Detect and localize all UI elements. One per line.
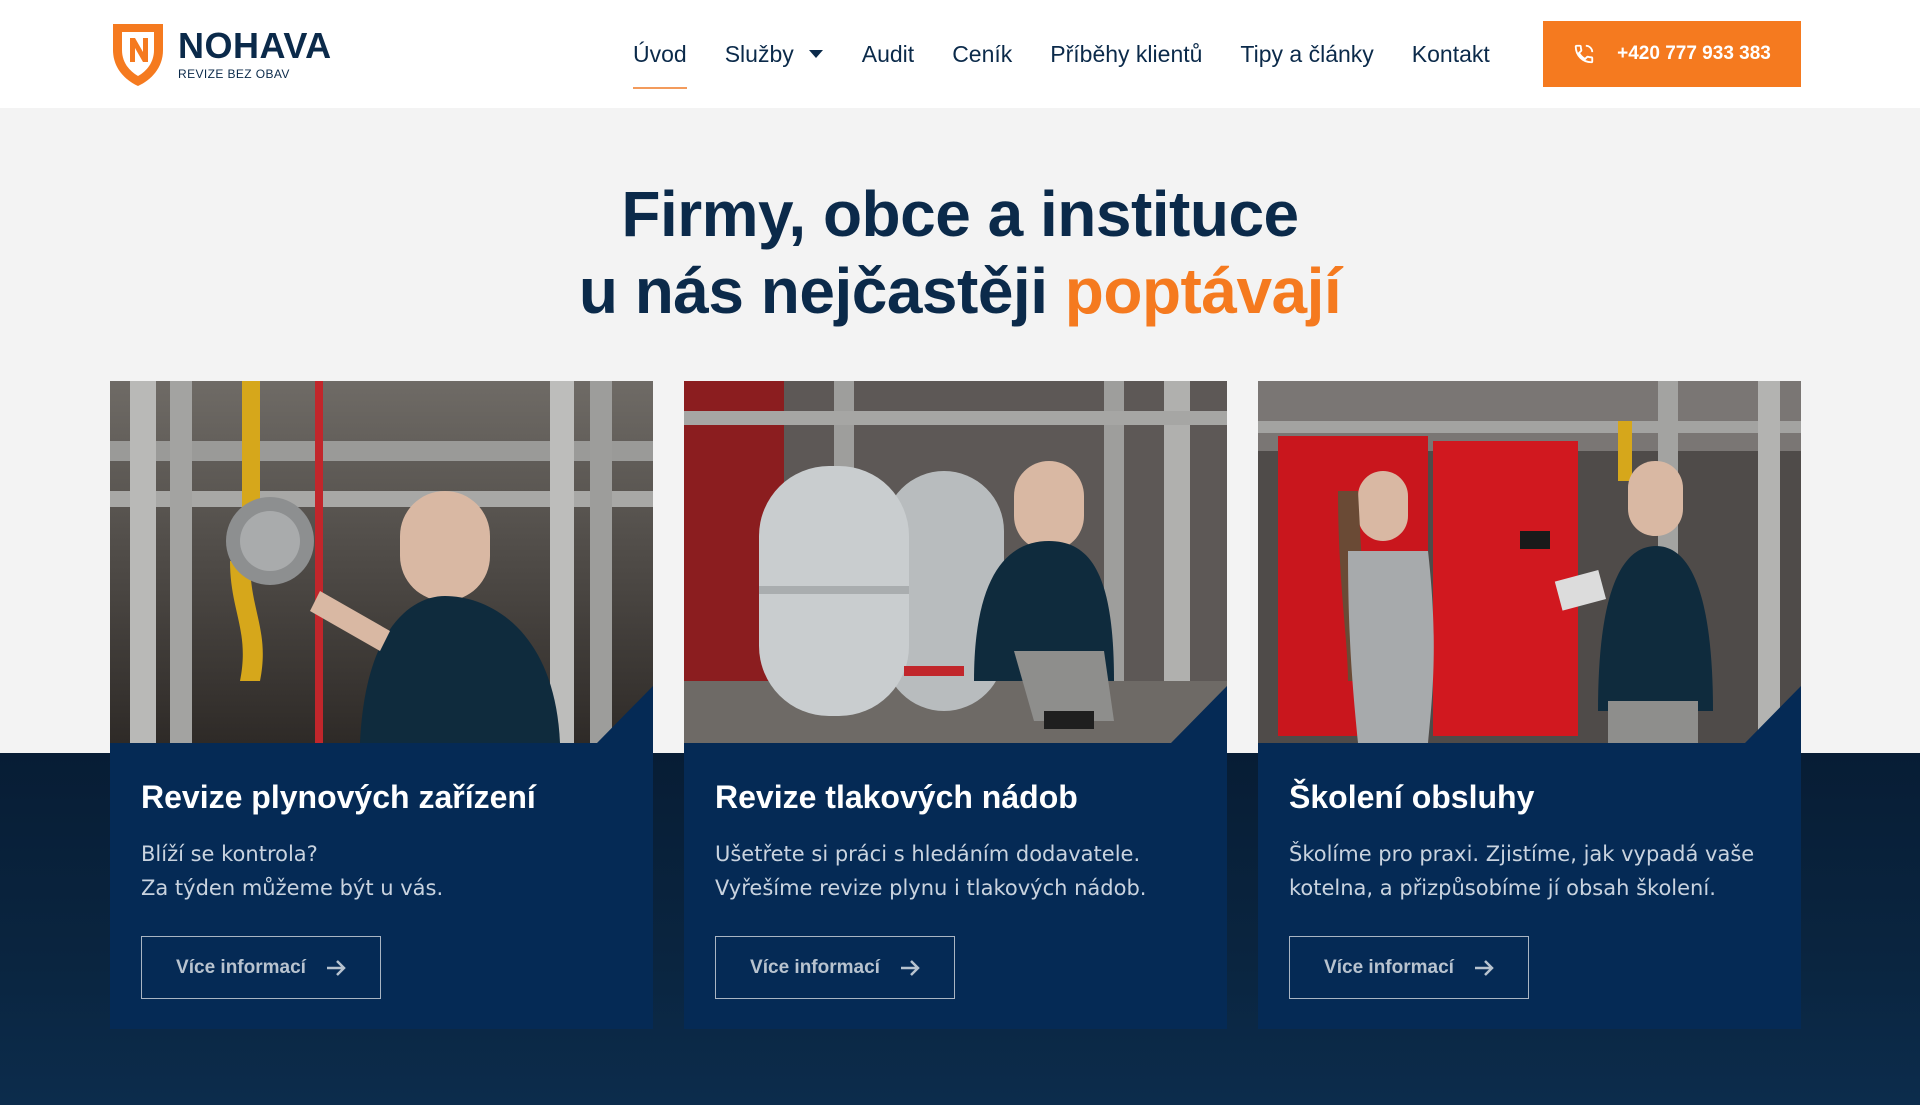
card-corner-accent xyxy=(1171,686,1227,743)
card-title: Školení obsluhy xyxy=(1289,779,1535,815)
card-title: Revize tlakových nádob xyxy=(715,779,1078,815)
more-info-label: Více informací xyxy=(176,956,306,978)
logo-text: NOHAVA REVIZE BEZ OBAV xyxy=(178,24,332,81)
more-info-label: Více informací xyxy=(750,956,880,978)
card-title: Revize plynových zařízení xyxy=(141,779,536,815)
card-text-line-2: Vyřešíme revize plynu i tlakových nádob. xyxy=(715,876,1147,900)
logo-link[interactable]: NOHAVA REVIZE BEZ OBAV xyxy=(110,20,332,88)
nav-item-cenik[interactable]: Ceník xyxy=(952,38,1012,70)
title-line-1: Firmy, obce a instituce xyxy=(621,178,1299,250)
technician-at-pressure-vessel-photo xyxy=(684,381,1227,743)
arrow-right-icon xyxy=(900,959,920,976)
card-description: Ušetřete si práci s hledáním dodavatele.… xyxy=(715,837,1205,905)
more-info-button[interactable]: Více informací xyxy=(141,936,381,999)
service-card-gas: Revize plynových zařízení Blíží se kontr… xyxy=(110,381,653,1029)
nav-item-pribehy-klientu[interactable]: Příběhy klientů xyxy=(1050,38,1202,70)
training-in-boiler-room-photo xyxy=(1258,381,1801,743)
technician-at-gas-valve-photo xyxy=(110,381,653,743)
card-text-line-2: kotelna, a přizpůsobíme jí obsah školení… xyxy=(1289,876,1716,900)
card-corner-accent xyxy=(1745,686,1801,743)
title-accent-word: poptávají xyxy=(1064,255,1342,327)
nav-item-sluzby-label: Služby xyxy=(724,40,794,67)
more-info-button[interactable]: Více informací xyxy=(715,936,955,999)
brand-tagline: REVIZE BEZ OBAV xyxy=(178,66,290,81)
chevron-down-icon xyxy=(808,50,823,58)
nav-item-tipy-a-clanky[interactable]: Tipy a články xyxy=(1240,38,1373,70)
more-info-label: Více informací xyxy=(1324,956,1454,978)
card-text-line-1: Blíží se kontrola? xyxy=(141,842,318,866)
service-card-training: Školení obsluhy Školíme pro praxi. Zjist… xyxy=(1258,381,1801,1029)
service-card-pressure: Revize tlakových nádob Ušetřete si práci… xyxy=(684,381,1227,1029)
card-text-line-1: Ušetřete si práci s hledáním dodavatele. xyxy=(715,842,1141,866)
nav-item-uvod[interactable]: Úvod xyxy=(633,38,687,89)
arrow-right-icon xyxy=(326,959,346,976)
site-header: NOHAVA REVIZE BEZ OBAV Úvod Služby Audit… xyxy=(0,0,1920,108)
phone-icon xyxy=(1574,44,1594,64)
nav-item-sluzby[interactable]: Služby xyxy=(725,38,824,70)
arrow-right-icon xyxy=(1474,959,1494,976)
page-title: Firmy, obce a instituce u nás nejčastěji… xyxy=(0,176,1920,330)
brand-name: NOHAVA xyxy=(178,24,332,66)
card-description: Školíme pro praxi. Zjistíme, jak vypadá … xyxy=(1289,837,1779,905)
more-info-button[interactable]: Více informací xyxy=(1289,936,1529,999)
card-corner-accent xyxy=(597,686,653,743)
card-text-line-1: Školíme pro praxi. Zjistíme, jak vypadá … xyxy=(1289,842,1755,866)
card-description: Blíží se kontrola? Za týden můžeme být u… xyxy=(141,837,631,905)
title-line-2-prefix: u nás nejčastěji xyxy=(578,255,1065,327)
main-nav: Úvod Služby Audit Ceník Příběhy klientů … xyxy=(633,38,1528,89)
card-text-line-2: Za týden můžeme být u vás. xyxy=(141,876,444,900)
phone-call-button[interactable]: +420 777 933 383 xyxy=(1543,21,1801,87)
shield-n-icon xyxy=(113,24,163,86)
nav-item-audit[interactable]: Audit xyxy=(862,38,914,70)
nav-item-kontakt[interactable]: Kontakt xyxy=(1412,38,1490,70)
phone-number: +420 777 933 383 xyxy=(1617,43,1771,64)
